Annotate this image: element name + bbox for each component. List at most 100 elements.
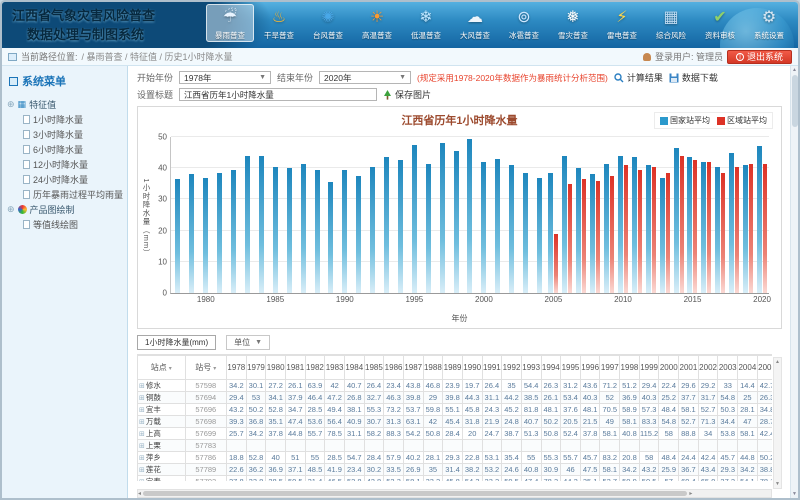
sidebar-group[interactable]: ⊕▦特征值 — [7, 97, 125, 112]
col-header-year-2002[interactable]: 2002 — [698, 356, 718, 380]
unit-select[interactable]: 单位 ▼ — [226, 335, 270, 350]
col-header-year-1990[interactable]: 1990 — [462, 356, 482, 380]
bar-national-2010[interactable] — [618, 156, 623, 293]
scroll-right-arrow-icon[interactable]: ▸ — [689, 490, 692, 497]
nav-item-snow[interactable]: ❅雪灾普查 — [549, 4, 597, 42]
bar-national-1988[interactable] — [315, 170, 320, 293]
bar-national-2013[interactable] — [660, 178, 665, 293]
nav-item-gale[interactable]: ☁大风普查 — [451, 4, 499, 42]
download-button[interactable]: 数据下载 — [669, 71, 718, 84]
bar-regional-2017[interactable] — [721, 173, 725, 293]
bar-national-2015[interactable] — [687, 157, 692, 293]
col-header-year-1983[interactable]: 1983 — [325, 356, 345, 380]
start-year-select[interactable]: 1978年▼ — [179, 71, 271, 84]
bar-national-1981[interactable] — [217, 173, 222, 293]
col-header-year-1997[interactable]: 1997 — [600, 356, 620, 380]
col-header-year-1986[interactable]: 1986 — [384, 356, 404, 380]
bar-national-2016[interactable] — [701, 162, 706, 293]
col-header-year-1991[interactable]: 1991 — [482, 356, 502, 380]
bar-national-1994[interactable] — [398, 160, 403, 293]
col-header-year-1978[interactable]: 1978 — [227, 356, 247, 380]
col-header-year-1992[interactable]: 1992 — [502, 356, 522, 380]
bar-national-2005[interactable] — [548, 173, 553, 293]
nav-item-low-temp[interactable]: ❄低温普查 — [402, 4, 450, 42]
col-header-year-1994[interactable]: 1994 — [541, 356, 561, 380]
bar-national-2019[interactable] — [743, 165, 748, 293]
bar-regional-2018[interactable] — [735, 167, 739, 293]
col-header-year-1980[interactable]: 1980 — [266, 356, 286, 380]
expander-icon[interactable]: ⊕ — [7, 100, 15, 109]
bar-national-1980[interactable] — [203, 178, 208, 293]
sidebar-item[interactable]: 3小时降水量 — [7, 127, 125, 142]
sidebar-item[interactable]: 12小时降水量 — [7, 157, 125, 172]
bar-national-2014[interactable] — [674, 148, 679, 293]
col-header-year-1999[interactable]: 1999 — [639, 356, 659, 380]
col-header-year-2000[interactable]: 2000 — [659, 356, 679, 380]
end-year-select[interactable]: 2020年▼ — [319, 71, 411, 84]
bar-national-2008[interactable] — [590, 174, 595, 293]
bar-national-1995[interactable] — [412, 145, 417, 293]
chart-title-input[interactable] — [179, 88, 377, 101]
col-header-year-2005[interactable]: 2005 — [757, 356, 772, 380]
nav-item-drought[interactable]: ♨干旱普查 — [255, 4, 303, 42]
scroll-down-arrow-icon[interactable]: ▼ — [775, 481, 780, 487]
row-expander-icon[interactable]: ⊞ — [139, 383, 145, 390]
col-header-year-2003[interactable]: 2003 — [718, 356, 738, 380]
vertical-scroll-thumb[interactable] — [792, 75, 798, 127]
scroll-left-arrow-icon[interactable]: ◂ — [138, 490, 141, 497]
calculate-button[interactable]: 计算结果 — [614, 71, 663, 84]
bar-national-1986[interactable] — [287, 168, 292, 293]
col-header-year-2001[interactable]: 2001 — [679, 356, 699, 380]
col-header-year-2004[interactable]: 2004 — [738, 356, 758, 380]
bar-national-1989[interactable] — [328, 182, 333, 293]
sidebar-item[interactable]: 6小时降水量 — [7, 142, 125, 157]
col-header-year-1982[interactable]: 1982 — [305, 356, 325, 380]
nav-item-data-audit[interactable]: ✔资料审核 — [696, 4, 744, 42]
bar-regional-2014[interactable] — [680, 156, 684, 293]
main-vertical-scrollbar[interactable]: ▲ ▼ — [790, 66, 798, 498]
bar-national-2000[interactable] — [481, 162, 486, 293]
row-expander-icon[interactable]: ⊞ — [139, 479, 145, 481]
nav-item-rainstorm[interactable]: ☔暴雨普查 — [206, 4, 254, 42]
bar-national-1979[interactable] — [189, 174, 194, 293]
bar-national-2007[interactable] — [576, 168, 581, 293]
scroll-up-arrow-icon[interactable]: ▲ — [775, 359, 780, 365]
bar-regional-2020[interactable] — [763, 164, 767, 293]
bar-regional-2009[interactable] — [610, 176, 614, 293]
bar-regional-2008[interactable] — [596, 181, 600, 293]
row-expander-icon[interactable]: ⊞ — [139, 395, 145, 402]
bar-national-1999[interactable] — [467, 139, 472, 293]
bar-national-1990[interactable] — [342, 170, 347, 293]
bar-national-2004[interactable] — [537, 178, 542, 293]
bar-national-1992[interactable] — [370, 167, 375, 293]
scroll-up-arrow-icon[interactable]: ▲ — [792, 67, 797, 73]
bar-national-1996[interactable] — [426, 164, 431, 293]
row-expander-icon[interactable]: ⊞ — [139, 455, 145, 462]
bar-national-1991[interactable] — [356, 176, 361, 293]
bar-regional-2019[interactable] — [749, 164, 753, 293]
bar-regional-2012[interactable] — [652, 167, 656, 293]
col-header-year-1979[interactable]: 1979 — [246, 356, 266, 380]
col-header-year-1995[interactable]: 1995 — [561, 356, 581, 380]
bar-national-2002[interactable] — [509, 165, 514, 293]
row-expander-icon[interactable]: ⊞ — [139, 419, 145, 426]
bar-regional-2011[interactable] — [638, 170, 642, 293]
bar-national-1993[interactable] — [384, 157, 389, 293]
bar-regional-2016[interactable] — [707, 162, 711, 293]
row-expander-icon[interactable]: ⊞ — [139, 443, 145, 450]
bar-national-1998[interactable] — [454, 151, 459, 293]
col-header-year-1981[interactable]: 1981 — [285, 356, 305, 380]
col-header-year-1989[interactable]: 1989 — [443, 356, 463, 380]
bar-national-2006[interactable] — [562, 156, 567, 293]
bar-regional-2006[interactable] — [568, 184, 572, 293]
table-horizontal-scrollbar[interactable]: ◂ ▸ — [137, 489, 772, 498]
bar-national-1978[interactable] — [175, 179, 180, 293]
sidebar-group[interactable]: ⊕产品图绘制 — [7, 202, 125, 217]
col-header-year-1988[interactable]: 1988 — [423, 356, 443, 380]
sidebar-item[interactable]: 等值线绘图 — [7, 217, 125, 232]
table-vertical-scrollbar[interactable]: ▲ ▼ — [773, 357, 782, 489]
row-expander-icon[interactable]: ⊞ — [139, 431, 145, 438]
col-header-year-1993[interactable]: 1993 — [521, 356, 541, 380]
bar-regional-2010[interactable] — [624, 165, 628, 293]
bar-national-2012[interactable] — [646, 165, 651, 293]
